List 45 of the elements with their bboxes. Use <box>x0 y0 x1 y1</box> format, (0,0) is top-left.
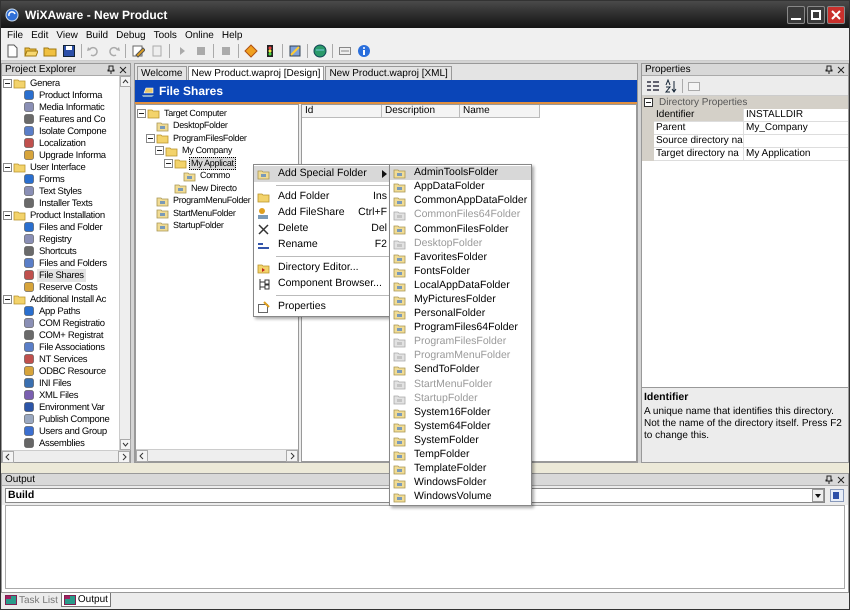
menu-item-label: CommonAppDataFolder <box>414 193 528 208</box>
menu-item-label: MyPicturesFolder <box>414 292 496 308</box>
menu-item-label: Properties <box>278 299 327 314</box>
menu-item-label: ProgramFiles64Folder <box>414 320 518 336</box>
menu-item-label: FontsFolder <box>414 264 470 279</box>
menu-item-label: Delete <box>278 221 310 236</box>
panel-title: Properties <box>645 63 691 77</box>
panel-title: Project Explorer <box>5 63 76 77</box>
category-label: Directory Properties <box>659 96 748 110</box>
description-text: A unique name that identifies this directory. Not the name of the directory itself. Press F2 to change this. <box>644 406 843 442</box>
menu-item-label: Rename <box>278 237 319 252</box>
menu-item-label: CommonFilesFolder <box>414 222 509 237</box>
menu-item-label: AdminToolsFolder <box>414 165 498 180</box>
menu-item-label: Add FileShare <box>278 205 346 220</box>
menu-item-label: ProgramMenuFolder <box>414 348 510 364</box>
menu-item-label: TempFolder <box>414 447 470 462</box>
menu-item-label: System64Folder <box>414 418 490 434</box>
menu-item-label: System16Folder <box>414 404 490 420</box>
shortcut-text: F2 <box>374 237 387 252</box>
shortcut-text: Ins <box>372 189 387 204</box>
menu-item-label: LocalAppDataFolder <box>414 278 510 293</box>
menu-item-label: WindowsFolder <box>414 475 486 490</box>
menu-item-label: CommonFiles64Folder <box>414 207 520 222</box>
menu-item-label: DesktopFolder <box>414 236 482 251</box>
shortcut-text: Del <box>371 221 387 236</box>
description-title: Identifier <box>644 390 690 405</box>
menu-item-label: FavoritesFolder <box>414 250 487 265</box>
menu-item-label: Component Browser... <box>278 276 383 292</box>
menu-item-label: ProgramFilesFolder <box>414 334 506 350</box>
menu-item-label: StartMenuFolder <box>414 376 492 392</box>
menu-item-label: WindowsVolume <box>414 489 492 504</box>
menu-item-label: SystemFolder <box>414 432 479 448</box>
panel-title: Output <box>5 473 36 487</box>
menu-item-label: Add Folder <box>278 189 330 204</box>
menu-item-label: AppDataFolder <box>414 179 485 194</box>
menu-item-label: StartupFolder <box>414 390 478 406</box>
menu-item-label: SendToFolder <box>414 362 480 378</box>
shortcut-text: Ctrl+F <box>358 205 387 220</box>
menu-item-label: TemplateFolder <box>414 461 486 476</box>
menu-item-label: Add Special Folder <box>278 166 368 182</box>
page-title: File Shares <box>159 83 224 100</box>
menu-item-label: PersonalFolder <box>414 306 486 322</box>
dropdown-value: Build <box>7 488 36 503</box>
window-title: WiXAware - New Product <box>25 6 168 24</box>
menu-item-label: Directory Editor... <box>278 260 360 276</box>
